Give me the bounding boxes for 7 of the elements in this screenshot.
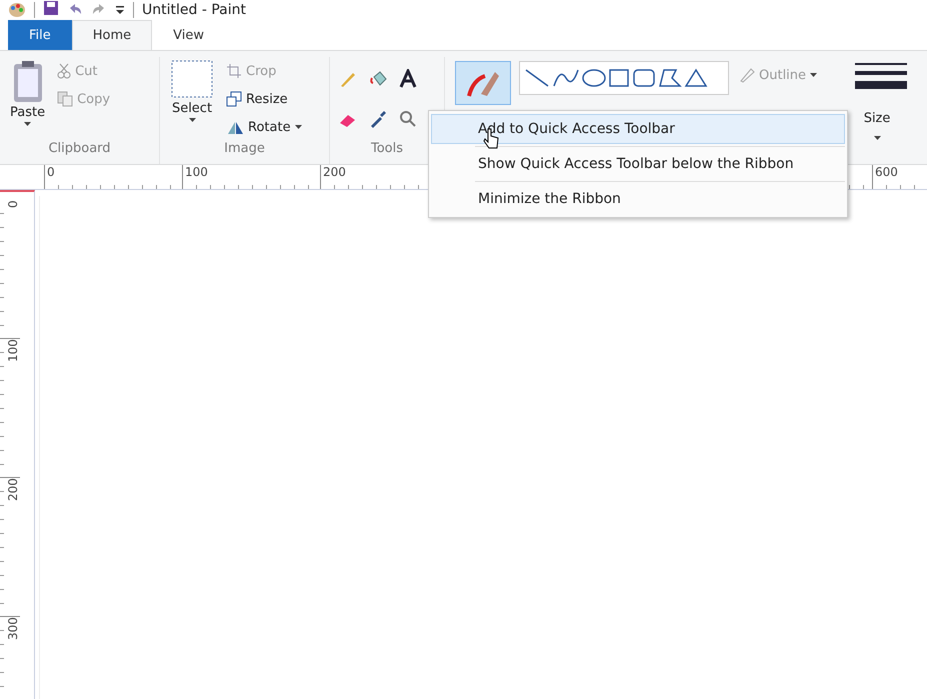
ruler-label: 0 [0,200,20,339]
group-label: Tools [370,141,404,158]
window-title: Untitled - Paint [142,2,246,18]
ruler-label: 200 [0,478,20,617]
group-label: Image [223,141,266,158]
group-label: Clipboard [47,141,112,158]
ruler-label: 100 [0,339,20,478]
